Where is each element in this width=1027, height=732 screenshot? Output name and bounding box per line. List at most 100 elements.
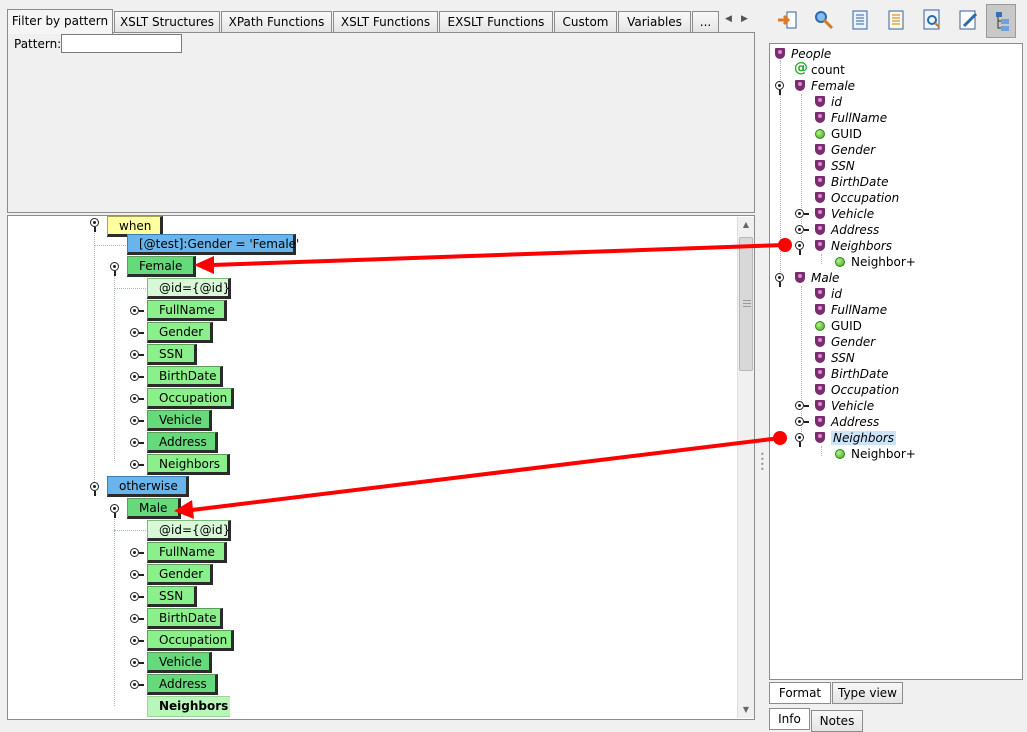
node-occupation[interactable]: Occupation	[147, 630, 234, 651]
expander-ssn-icon[interactable]	[130, 350, 144, 360]
schema-row-guid[interactable]: GUID	[794, 318, 862, 334]
expander-address-icon[interactable]	[795, 225, 809, 235]
expander-vehicle-icon[interactable]	[130, 658, 144, 668]
tab-xpath-functions[interactable]: XPath Functions	[221, 11, 332, 33]
node-male[interactable]: Male	[127, 498, 181, 519]
expander-when-icon[interactable]	[90, 218, 100, 232]
expander-gender-icon[interactable]	[130, 570, 144, 580]
find-icon[interactable]	[917, 4, 947, 38]
expander-male-icon[interactable]	[775, 273, 785, 287]
schema-female-neighbor-row[interactable]: Neighbor+	[814, 254, 916, 270]
expander-birthdate-icon[interactable]	[130, 372, 144, 382]
scroll-thumb[interactable]	[739, 237, 753, 371]
schema-row-address[interactable]: Address	[794, 222, 879, 238]
node-birthdate[interactable]: BirthDate	[147, 608, 223, 629]
pane-splitter[interactable]: • • • •	[757, 0, 765, 721]
expander-female-icon[interactable]	[775, 81, 785, 95]
expander-otherwise-icon[interactable]	[90, 482, 100, 496]
expander-fullname-icon[interactable]	[130, 548, 144, 558]
expander-vehicle-icon[interactable]	[795, 401, 809, 411]
pick-icon[interactable]	[809, 4, 839, 38]
pattern-input[interactable]	[61, 34, 182, 53]
node-female[interactable]: Female	[127, 256, 196, 277]
node-vehicle[interactable]: Vehicle	[147, 652, 212, 673]
expander-neighbors-icon[interactable]	[130, 460, 144, 470]
schema-row-birthdate[interactable]: BirthDate	[794, 366, 889, 382]
node-otherwise[interactable]: otherwise	[107, 476, 189, 497]
tab-scroll-left-icon[interactable]: ◀	[725, 14, 732, 24]
list-icon[interactable]	[845, 4, 875, 38]
schema-row-neighbors[interactable]: Neighbors	[794, 430, 897, 447]
expander-vehicle-icon[interactable]	[130, 416, 144, 426]
expander-gender-icon[interactable]	[130, 328, 144, 338]
expander-male-icon[interactable]	[110, 504, 120, 518]
node-gender[interactable]: Gender	[147, 564, 213, 585]
node-neighbors[interactable]: Neighbors	[147, 696, 230, 717]
tab-format[interactable]: Format	[769, 682, 831, 704]
schema-row-birthdate[interactable]: BirthDate	[794, 174, 889, 190]
schema-count-row[interactable]: @ count	[794, 60, 845, 78]
schema-row-guid[interactable]: GUID	[794, 126, 862, 142]
schema-row-ssn[interactable]: SSN	[794, 350, 855, 366]
tab-notes[interactable]: Notes	[811, 710, 863, 732]
schema-row-fullname[interactable]: FullName	[794, 110, 887, 126]
schema-row-occupation[interactable]: Occupation	[794, 190, 899, 206]
node-fullname[interactable]: FullName	[147, 542, 227, 563]
list-alt-icon[interactable]	[881, 4, 911, 38]
expander-address-icon[interactable]	[130, 680, 144, 690]
expander-vehicle-icon[interactable]	[795, 209, 809, 219]
expander-birthdate-icon[interactable]	[130, 614, 144, 624]
expander-occupation-icon[interactable]	[130, 636, 144, 646]
node-address[interactable]: Address	[147, 674, 218, 695]
expander-ssn-icon[interactable]	[130, 592, 144, 602]
schema-male-neighbor-row[interactable]: Neighbor+	[814, 446, 916, 462]
schema-row-vehicle[interactable]: Vehicle	[794, 206, 874, 222]
expander-address-icon[interactable]	[795, 417, 809, 427]
expander-occupation-icon[interactable]	[130, 394, 144, 404]
node-id-id[interactable]: @id={@id}	[147, 278, 231, 299]
tab-custom[interactable]: Custom	[554, 11, 617, 33]
node-birthdate[interactable]: BirthDate	[147, 366, 223, 387]
scroll-up-icon[interactable]: ▲	[738, 217, 754, 233]
move-in-icon[interactable]	[773, 4, 803, 38]
node-fullname[interactable]: FullName	[147, 300, 227, 321]
tree-vertical-scrollbar[interactable]: ▲ ▼	[737, 217, 754, 718]
tab-xslt-functions[interactable]: XSLT Functions	[333, 11, 438, 33]
node-neighbors[interactable]: Neighbors	[147, 454, 230, 475]
schema-row-gender[interactable]: Gender	[794, 334, 875, 350]
schema-row-gender[interactable]: Gender	[794, 142, 875, 158]
tab-filter-by-pattern[interactable]: Filter by pattern	[7, 9, 113, 34]
tree-view-icon[interactable]	[986, 4, 1016, 38]
node-ssn[interactable]: SSN	[147, 344, 197, 365]
schema-row-address[interactable]: Address	[794, 414, 879, 430]
schema-row-ssn[interactable]: SSN	[794, 158, 855, 174]
schema-row-neighbors[interactable]: Neighbors	[794, 238, 892, 255]
tab-exslt-functions[interactable]: EXSLT Functions	[439, 11, 553, 33]
expander-address-icon[interactable]	[130, 438, 144, 448]
tab-info[interactable]: Info	[769, 708, 810, 730]
expander-neighbors-icon[interactable]	[795, 241, 805, 255]
node-occupation[interactable]: Occupation	[147, 388, 234, 409]
node-id-id[interactable]: @id={@id}	[147, 520, 231, 541]
node-test-condition[interactable]: [@test]:Gender = 'Female'	[127, 234, 299, 255]
schema-female-row[interactable]: Female	[774, 78, 855, 95]
tab-variables[interactable]: Variables	[618, 11, 691, 33]
edit-icon[interactable]	[953, 4, 983, 38]
expander-fullname-icon[interactable]	[130, 306, 144, 316]
tab-xslt-structures[interactable]: XSLT Structures	[114, 11, 220, 33]
schema-row-vehicle[interactable]: Vehicle	[794, 398, 874, 414]
scroll-down-icon[interactable]: ▼	[738, 702, 754, 718]
node-gender[interactable]: Gender	[147, 322, 213, 343]
expander-neighbors-icon[interactable]	[795, 433, 805, 447]
tab-more[interactable]: ...	[692, 11, 719, 33]
node-ssn[interactable]: SSN	[147, 586, 197, 607]
node-address[interactable]: Address	[147, 432, 218, 453]
node-vehicle[interactable]: Vehicle	[147, 410, 212, 431]
schema-row-id[interactable]: id	[794, 94, 842, 110]
tab-scroll-right-icon[interactable]: ▶	[741, 14, 748, 24]
tab-type-view[interactable]: Type view	[832, 682, 903, 704]
schema-row-fullname[interactable]: FullName	[794, 302, 887, 318]
schema-row-occupation[interactable]: Occupation	[794, 382, 899, 398]
schema-row-id[interactable]: id	[794, 286, 842, 302]
schema-male-row[interactable]: Male	[774, 270, 839, 287]
